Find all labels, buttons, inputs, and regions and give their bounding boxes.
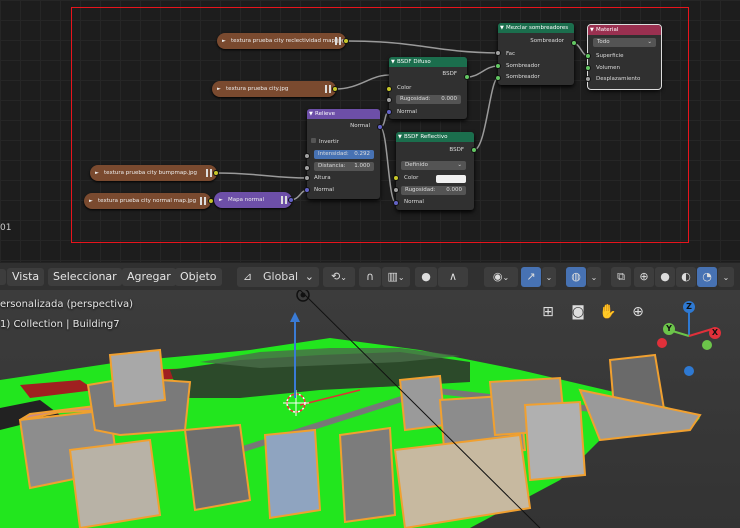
frame-number: 01 — [0, 223, 12, 233]
overlays-toggle[interactable]: ◍ — [566, 267, 586, 287]
magnet-icon: ∩ — [365, 270, 375, 283]
selection-frame — [71, 7, 689, 243]
proportional-dot-icon: ● — [421, 270, 431, 283]
overlays-dropdown[interactable]: ⌄ — [587, 267, 601, 287]
gizmo-toggle[interactable]: ↗ — [521, 267, 541, 287]
editor-type-button[interactable] — [0, 269, 6, 285]
gizmo-dropdown[interactable]: ⌄ — [542, 267, 556, 287]
menu-select[interactable]: Seleccionar — [48, 268, 122, 286]
toggle-camera-grid-icon[interactable]: ⊞ — [537, 301, 559, 323]
zoom-magnifier-icon[interactable]: ⊕ — [627, 301, 649, 323]
node-editor[interactable]: 01 ► textura prueba city reclectividad m… — [0, 0, 740, 262]
solid-sphere-icon: ● — [660, 270, 670, 283]
gizmo-y-axis[interactable]: Y — [663, 323, 675, 335]
camera-view-icon[interactable]: ◙ — [567, 301, 589, 323]
menu-view[interactable]: Vista — [7, 268, 45, 286]
shading-dropdown[interactable]: ⌄ — [718, 267, 734, 287]
viewport-header: Vista Seleccionar Agregar Objeto ⊿ Globa… — [0, 262, 740, 290]
gizmo-z-axis[interactable]: Z — [683, 301, 695, 313]
orientation-value: Global — [263, 270, 299, 283]
pivot-point-button[interactable]: ⟲⌄ — [323, 267, 355, 287]
eye-icon: ◉ — [492, 270, 503, 283]
shading-solid[interactable]: ● — [655, 267, 675, 287]
overlay-circles-icon: ◍ — [571, 270, 581, 283]
material-sphere-icon: ◐ — [681, 270, 691, 283]
xray-icon: ⧉ — [617, 270, 625, 283]
chevron-down-icon: ⌄ — [590, 273, 598, 282]
wireframe-sphere-icon: ⊕ — [639, 270, 649, 283]
collection-info: 1) Collection | Building7 — [0, 319, 120, 330]
menu-object[interactable]: Objeto — [175, 268, 222, 286]
pan-hand-icon[interactable]: ✋ — [597, 301, 619, 323]
gizmo-x-axis[interactable]: X — [709, 327, 721, 339]
pivot-icon: ⟲ — [331, 270, 341, 283]
3d-viewport[interactable]: ersonalizada (perspectiva) 1) Collection… — [0, 290, 740, 528]
chevron-down-icon: ⌄ — [340, 273, 347, 282]
chevron-down-icon: ⌄ — [502, 273, 510, 282]
snap-toggle[interactable]: ∩ — [359, 267, 381, 287]
transform-orientation-icon: ⊿ — [243, 270, 253, 283]
gizmo-arrow-icon: ↗ — [526, 270, 536, 283]
shading-rendered[interactable]: ◔ — [697, 267, 717, 287]
shading-material[interactable]: ◐ — [676, 267, 696, 287]
chevron-down-icon: ⌄ — [304, 270, 314, 283]
proportional-edit-toggle[interactable]: ● — [415, 267, 437, 287]
shading-wireframe[interactable]: ⊕ — [634, 267, 654, 287]
xray-toggle[interactable]: ⧉ — [611, 267, 631, 287]
falloff-button[interactable]: ∧ — [438, 267, 468, 287]
chevron-down-icon: ⌄ — [397, 273, 405, 282]
orientation-dropdown[interactable]: ⊿ Global ⌄ — [237, 267, 319, 287]
falloff-curve-icon: ∧ — [448, 270, 458, 283]
chevron-down-icon: ⌄ — [722, 273, 730, 282]
snap-target-button[interactable]: ▥⌄ — [382, 267, 410, 287]
view-name: ersonalizada (perspectiva) — [0, 299, 134, 310]
chevron-down-icon: ⌄ — [545, 273, 553, 282]
snap-target-icon: ▥ — [387, 270, 398, 283]
menu-add[interactable]: Agregar — [122, 268, 176, 286]
visibility-button[interactable]: ◉⌄ — [484, 267, 518, 287]
rendered-sphere-icon: ◔ — [702, 270, 712, 283]
